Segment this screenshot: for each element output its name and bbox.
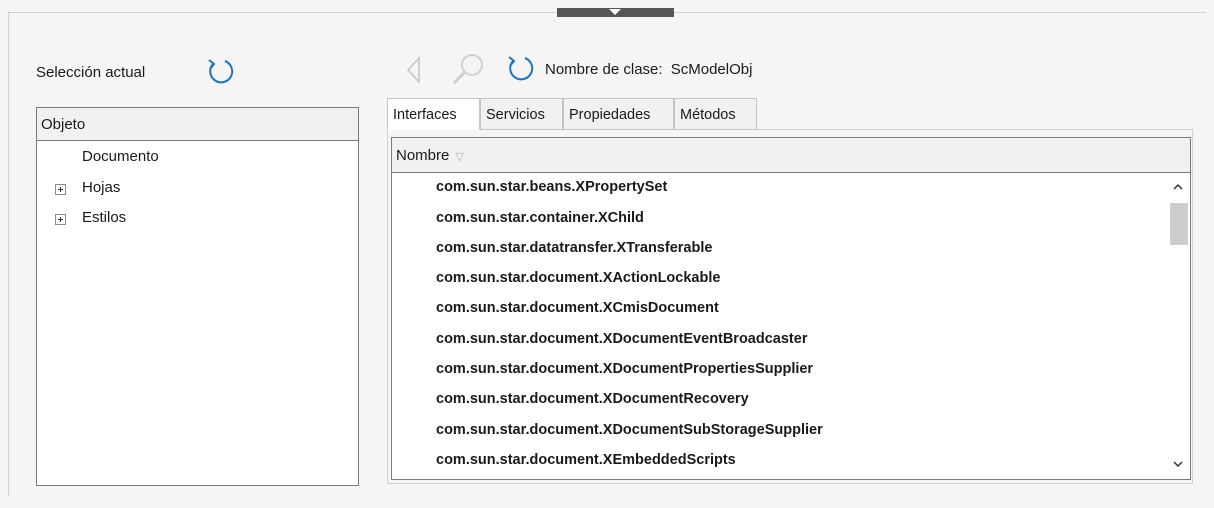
vertical-scrollbar[interactable]: [1165, 173, 1190, 479]
tree-column-header[interactable]: Objeto: [37, 108, 358, 141]
class-name-caption: Nombre de clase:: [545, 61, 663, 78]
tab-interfaces[interactable]: Interfaces: [387, 98, 480, 130]
panel-splitter[interactable]: [557, 8, 674, 17]
list-rows: com.sun.star.beans.XPropertySet com.sun.…: [392, 173, 1165, 479]
tab-servicios[interactable]: Servicios: [480, 98, 563, 130]
list-item[interactable]: com.sun.star.document.XDocumentPropertie…: [436, 361, 813, 377]
splitter-arrow-icon: [609, 9, 621, 15]
column-header-label: Nombre: [396, 147, 450, 164]
expand-plus-icon[interactable]: [55, 184, 66, 195]
list-item[interactable]: com.sun.star.beans.XPropertySet: [436, 179, 667, 195]
refresh-icon[interactable]: [503, 53, 539, 85]
tree-item-label: Estilos: [82, 209, 127, 226]
object-tree[interactable]: Objeto Documento Hojas Estilos: [36, 107, 359, 486]
interfaces-list[interactable]: Nombre ▽ com.sun.star.beans.XPropertySet …: [391, 137, 1191, 480]
scroll-down-icon[interactable]: [1172, 458, 1184, 472]
scroll-thumb[interactable]: [1170, 203, 1188, 245]
expand-plus-icon[interactable]: [55, 214, 66, 225]
tab-metodos[interactable]: Métodos: [674, 98, 757, 130]
class-name-value: ScModelObj: [670, 61, 753, 78]
tree-item-hojas[interactable]: Hojas: [82, 179, 120, 196]
tree-item-documento[interactable]: Documento: [82, 148, 159, 165]
list-item[interactable]: com.sun.star.document.XDocumentRecovery: [436, 391, 749, 407]
magnifier-icon[interactable]: [448, 52, 488, 90]
left-divider: [8, 12, 9, 496]
list-item[interactable]: com.sun.star.datatransfer.XTransferable: [436, 240, 712, 256]
list-item[interactable]: com.sun.star.document.XDocumentSubStorag…: [436, 422, 823, 438]
tab-propiedades[interactable]: Propiedades: [563, 98, 674, 130]
tree-item-estilos[interactable]: Estilos: [82, 209, 126, 226]
tree-item-label: Hojas: [82, 179, 121, 196]
refresh-icon[interactable]: [203, 56, 239, 88]
list-item[interactable]: com.sun.star.container.XChild: [436, 210, 644, 226]
scroll-up-icon[interactable]: [1172, 181, 1184, 195]
sort-icon: ▽: [455, 151, 464, 163]
back-arrow-icon[interactable]: [404, 54, 424, 90]
list-item[interactable]: com.sun.star.document.XCmisDocument: [436, 300, 719, 316]
list-item[interactable]: com.sun.star.document.XEmbeddedScripts: [436, 452, 736, 468]
list-item[interactable]: com.sun.star.document.XActionLockable: [436, 270, 720, 286]
name-column-header[interactable]: Nombre ▽: [392, 138, 1190, 173]
list-item[interactable]: com.sun.star.document.XDocumentEventBroa…: [436, 331, 807, 347]
current-selection-label: Selección actual: [36, 64, 146, 81]
tree-item-label: Documento: [82, 148, 159, 165]
class-name-label: Nombre de clase: ScModelObj: [545, 61, 752, 78]
